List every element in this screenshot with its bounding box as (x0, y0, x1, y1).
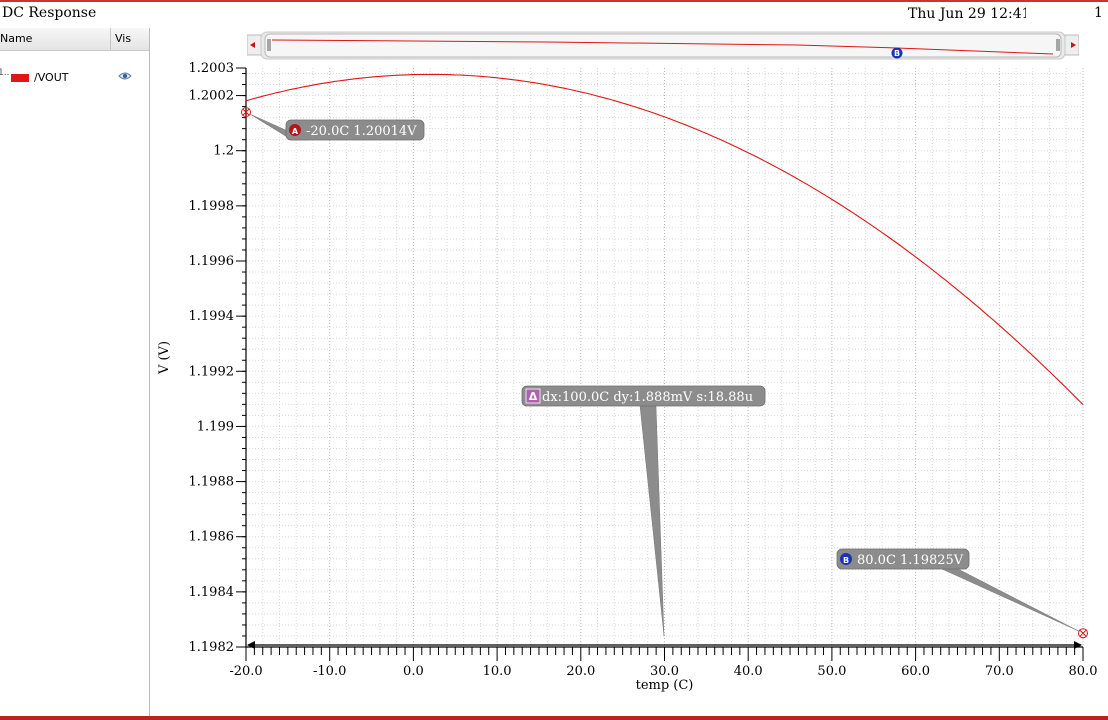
x-tick-label: 20.0 (566, 664, 595, 679)
x-tick-label: 0.0 (403, 664, 424, 679)
column-divider (110, 28, 111, 50)
delta-callout-pointer (639, 405, 665, 637)
x-tick-label: 30.0 (650, 664, 679, 679)
marker-b-callout[interactable]: B 80.0C 1.19825V (836, 548, 1080, 632)
y-tick-label: 1.1992 (189, 364, 235, 379)
dc-response-chart[interactable]: 1.1982 1.1984 1.1986 1.1988 1.199 1.1992 1.199… (150, 58, 1108, 716)
y-tick-label: 1.1984 (189, 585, 235, 600)
page-number: 1 (1094, 5, 1103, 21)
y-axis-label: V (V) (157, 341, 172, 375)
column-header-name[interactable]: Name (0, 32, 32, 45)
y-axis-ticks: 1.1982 1.1984 1.1986 1.1988 1.199 1.1992 1.199… (189, 61, 246, 655)
marker-b-callout-letter: B (843, 556, 849, 565)
y-tick-label: 1.2003 (189, 61, 235, 76)
column-header-vis[interactable]: Vis (115, 32, 131, 45)
overview-marker-b: B (891, 47, 903, 59)
x-axis-ticks: -20.0 -10.0 0.0 10.0 20.0 30.0 40.0 50.0 60.0 70.… (229, 647, 1097, 679)
y-tick-label: 1.1998 (189, 199, 235, 214)
y-tick-label: 1.1982 (189, 640, 235, 655)
x-axis-label: temp (C) (636, 678, 694, 693)
delta-callout-letter: Δ (529, 390, 538, 403)
x-tick-label: 60.0 (901, 664, 930, 679)
y-tick-label: 1.199 (197, 419, 234, 434)
signal-row-vout[interactable]: 1.. /VOUT (0, 68, 149, 86)
x-tick-label: -20.0 (229, 664, 262, 679)
y-tick-label: 1.1994 (189, 309, 235, 324)
signal-panel-header: Name Vis (0, 28, 149, 51)
x-scrollbar[interactable]: B (247, 31, 1079, 60)
x-tick-label: 50.0 (817, 664, 846, 679)
tree-expander[interactable]: 1.. (0, 68, 9, 78)
marker-b-callout-pointer (941, 568, 1080, 632)
marker-a-callout-letter: A (292, 127, 299, 136)
delta-callout[interactable]: Δdx:100.0C dy:1.888mV s:18.88u (521, 385, 766, 637)
x-tick-label: 10.0 (483, 664, 512, 679)
x-tick-label: -10.0 (313, 664, 346, 679)
y-tick-label: 1.1996 (189, 254, 235, 269)
signal-color-swatch[interactable] (11, 74, 29, 82)
x-tick-label: 80.0 (1069, 664, 1098, 679)
plot-datetime: Thu Jun 29 12:41:14 (908, 6, 1026, 22)
marker-a-callout-text: -20.0C 1.20014V (306, 124, 417, 139)
delta-callout-text: dx:100.0C dy:1.888mV s:18.88u (542, 390, 753, 405)
y-tick-label: 1.1988 (189, 475, 235, 490)
y-tick-label: 1.2 (213, 144, 234, 159)
window-title: DC Response (2, 5, 97, 21)
y-tick-label: 1.2002 (189, 89, 235, 104)
x-tick-label: 70.0 (985, 664, 1014, 679)
delta-arrow-right (1074, 641, 1082, 649)
eye-icon[interactable] (118, 71, 132, 84)
signal-name: /VOUT (34, 71, 69, 84)
y-tick-label: 1.1986 (189, 530, 235, 545)
window-bottom-border (0, 716, 1108, 720)
delta-arrow-left (247, 641, 255, 649)
window-top-border (0, 0, 1108, 2)
x-tick-label: 40.0 (734, 664, 763, 679)
signal-panel: Name Vis 1.. /VOUT (0, 28, 150, 716)
marker-b-point (1078, 628, 1088, 639)
scroll-thumb[interactable] (264, 33, 1062, 58)
marker-annotations[interactable]: A -20.0C 1.20014V B 80.0C 1.19825V Δ dx:100.0… (241, 107, 1088, 639)
marker-b-callout-text: 80.0C 1.19825V (857, 553, 964, 568)
overview-marker-b-letter: B (894, 49, 900, 58)
